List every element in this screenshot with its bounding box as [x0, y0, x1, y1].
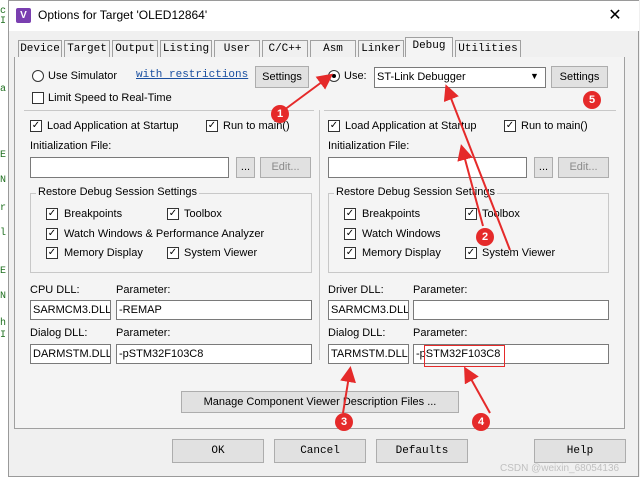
annotation-badge-1: 1	[271, 105, 289, 123]
annotation-badge-5: 5	[583, 91, 601, 109]
watermark: CSDN @weixin_68054136	[500, 463, 620, 474]
arrow-4	[464, 366, 491, 414]
annotation-badge-3: 3	[335, 413, 353, 431]
arrow-3	[340, 366, 356, 414]
arrow-5	[443, 84, 511, 251]
annotation-badge-2: 2	[476, 228, 494, 246]
arrow-2	[457, 144, 484, 227]
annotation-badge-4: 4	[472, 413, 490, 431]
annotation-overlay	[279, 73, 511, 414]
arrow-1	[279, 73, 334, 114]
